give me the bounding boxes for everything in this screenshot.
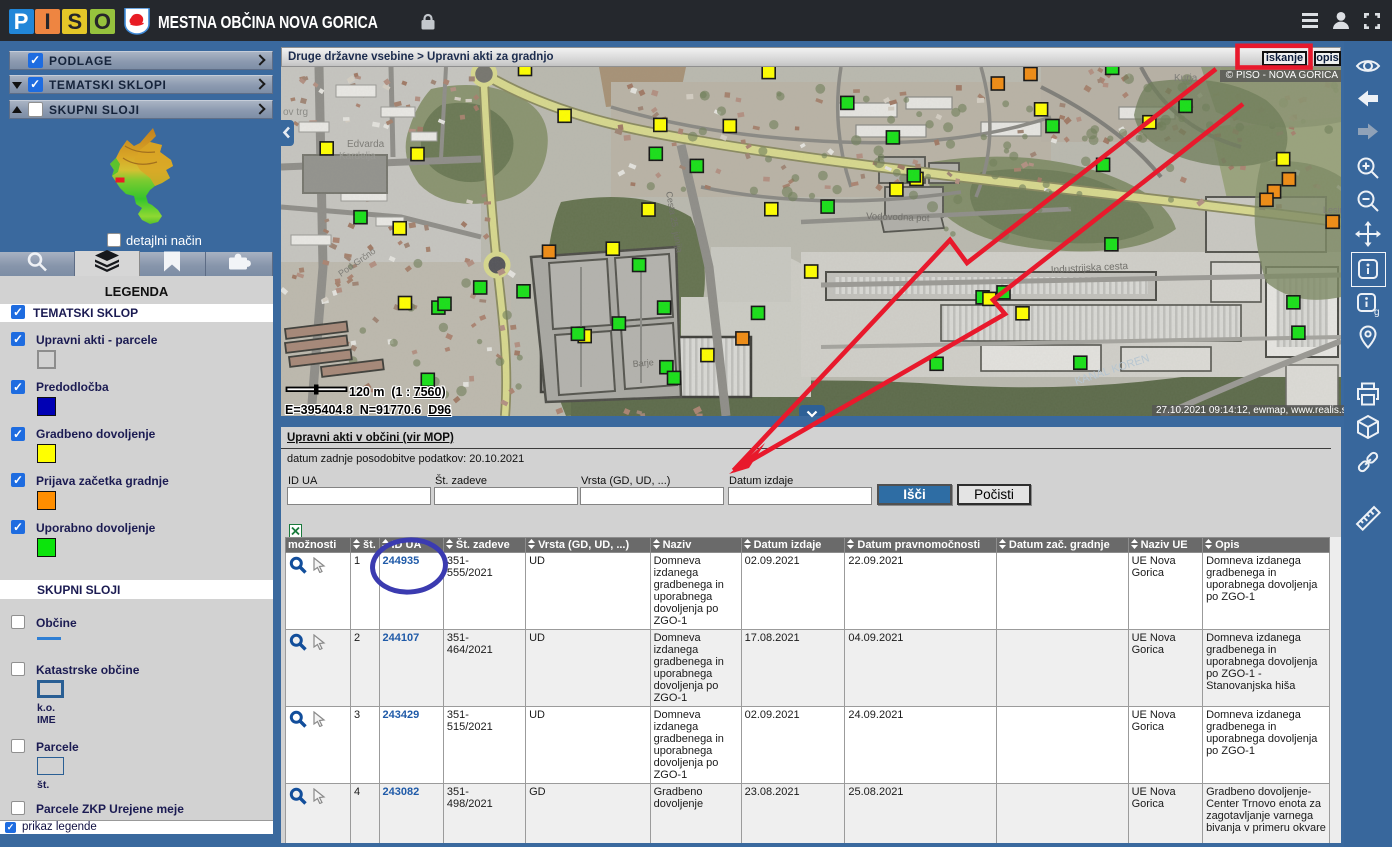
svg-text:g: g	[1374, 307, 1380, 317]
